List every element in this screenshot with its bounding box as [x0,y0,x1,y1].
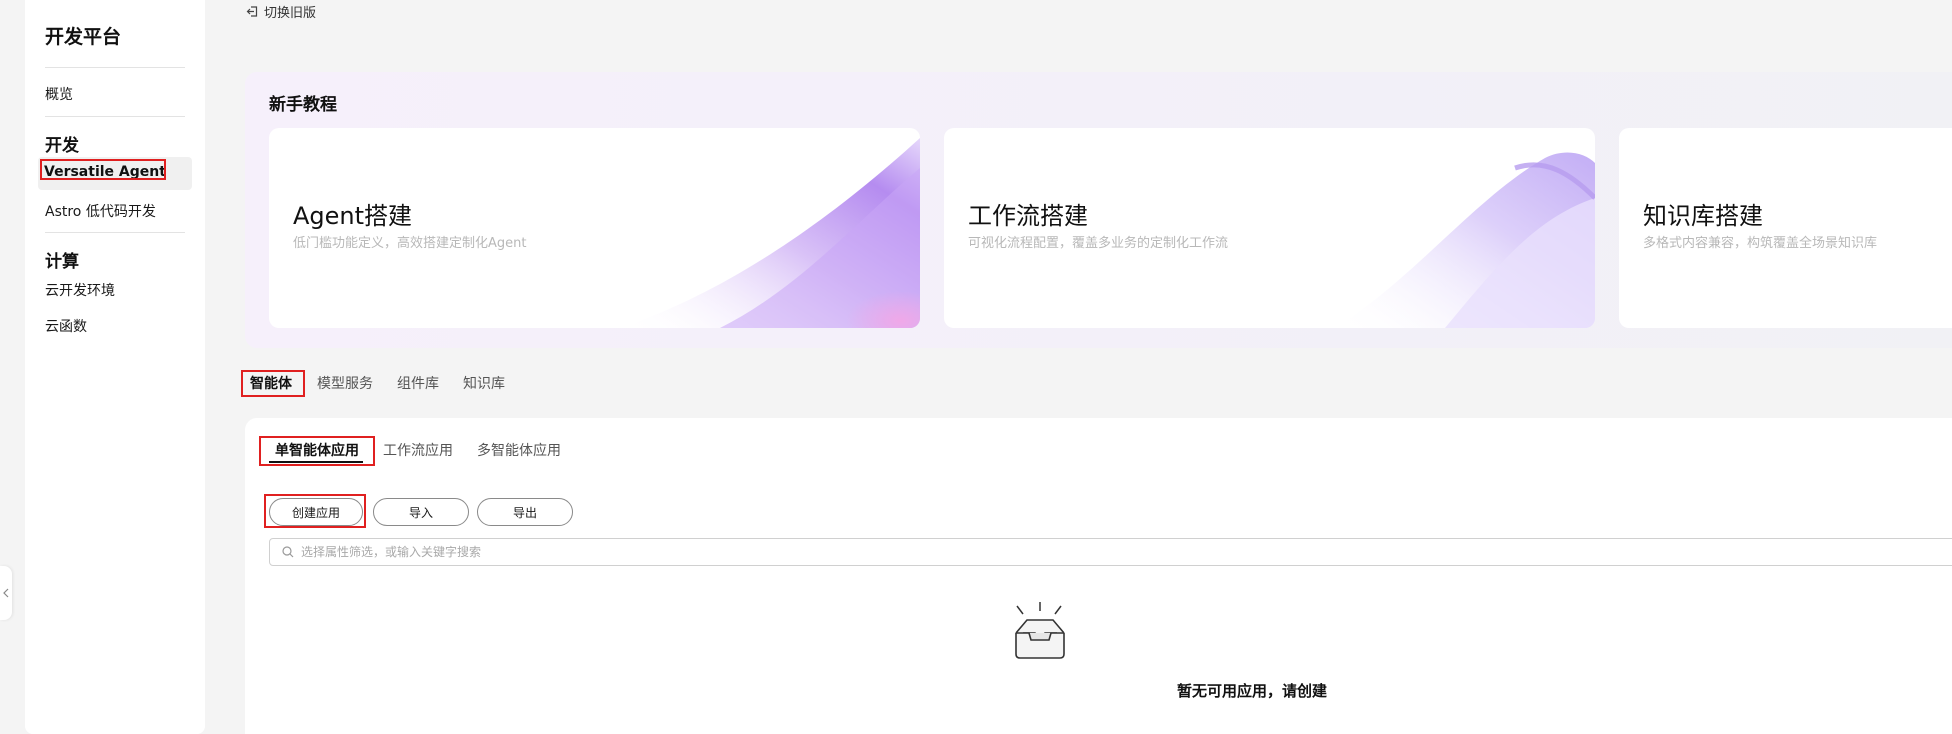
sidebar-item-astro[interactable]: Astro 低代码开发 [45,201,156,221]
tutorial-panel: 新手教程 Agent搭建 低门槛功能定义，高效搭建定制化Agent 工作流搭建 … [245,72,1952,348]
sidebar-title: 开发平台 [45,26,122,48]
tutorial-card-illustration [620,138,920,328]
create-app-button[interactable]: 创建应用 [269,498,363,526]
tutorial-card-title: 工作流搭建 [968,202,1088,230]
tutorial-card-desc: 可视化流程配置，覆盖多业务的定制化工作流 [968,236,1229,251]
tutorial-card-title: 知识库搭建 [1643,202,1763,230]
sidebar-group-dev: 开发 [45,136,79,156]
import-button[interactable]: 导入 [373,498,469,526]
search-bar[interactable] [269,538,1952,566]
tutorial-card-desc: 多格式内容兼容，构筑覆盖全场景知识库 [1643,236,1878,251]
tutorial-card-agent[interactable]: Agent搭建 低门槛功能定义，高效搭建定制化Agent [269,128,920,328]
empty-state-message: 暂无可用应用，请创建 [1177,682,1328,700]
tutorial-title: 新手教程 [269,95,337,115]
sidebar-group-compute: 计算 [45,252,79,272]
tab-component-library[interactable]: 组件库 [397,373,439,393]
tab-model-service[interactable]: 模型服务 [317,373,373,393]
switch-old-version-label: 切换旧版 [264,6,317,21]
search-input[interactable] [301,545,1801,559]
tutorial-card-desc: 低门槛功能定义，高效搭建定制化Agent [293,236,527,251]
tutorial-card-illustration [1335,152,1595,328]
tab-knowledge-base[interactable]: 知识库 [463,373,505,393]
switch-old-version-link[interactable]: 切换旧版 [246,2,316,21]
sidebar-divider [45,67,185,68]
sidebar-item-cloud-dev-env[interactable]: 云开发环境 [45,280,115,300]
empty-inbox-icon [1015,602,1065,659]
tutorial-card-knowledge[interactable]: 知识库搭建 多格式内容兼容，构筑覆盖全场景知识库 [1619,128,1952,328]
sidebar-divider [45,116,185,117]
sidebar-item-cloud-function[interactable]: 云函数 [45,316,87,336]
tab-agent[interactable]: 智能体 [250,373,292,393]
sidebar-collapse-handle[interactable] [0,566,12,620]
subtab-single-agent[interactable]: 单智能体应用 [275,440,359,460]
sidebar-item-versatile-agent[interactable]: Versatile Agent [38,157,192,190]
tutorial-card-title: Agent搭建 [293,202,413,230]
sidebar-item-label: Versatile Agent [44,164,166,180]
page: 开发平台 概览 开发 Versatile Agent Astro 低代码开发 计… [0,0,1952,734]
search-icon [282,546,294,558]
tutorial-card-workflow[interactable]: 工作流搭建 可视化流程配置，覆盖多业务的定制化工作流 [944,128,1595,328]
sidebar: 开发平台 概览 开发 Versatile Agent Astro 低代码开发 计… [25,0,205,734]
subtab-multi-agent[interactable]: 多智能体应用 [477,440,561,460]
agent-content-panel: 单智能体应用 工作流应用 多智能体应用 创建应用 导入 导出 [245,418,1952,734]
sidebar-divider [45,232,185,233]
export-button[interactable]: 导出 [477,498,573,526]
sidebar-item-overview[interactable]: 概览 [45,84,73,104]
subtab-workflow[interactable]: 工作流应用 [383,440,453,460]
chevron-left-icon [3,588,9,598]
exit-icon [246,6,258,17]
subtab-underline [269,461,363,463]
